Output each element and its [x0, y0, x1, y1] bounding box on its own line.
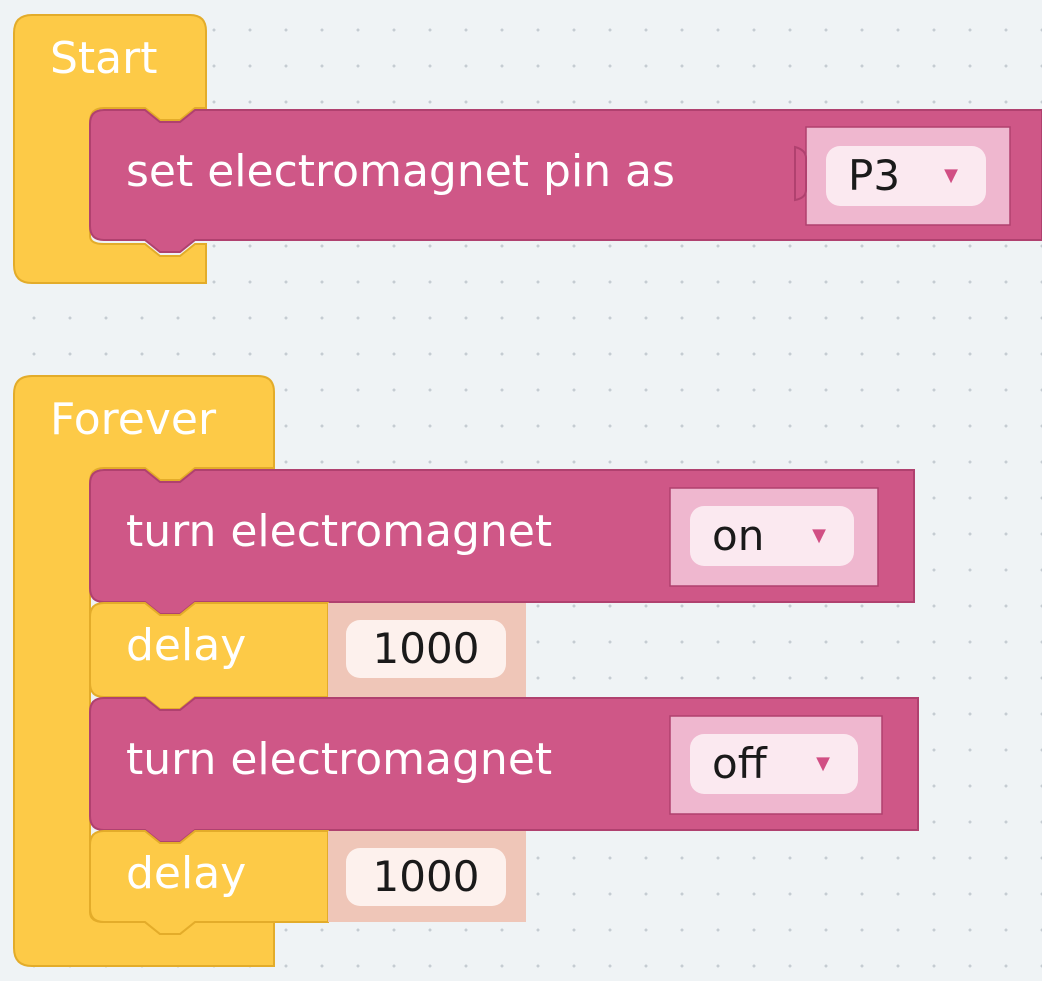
state-value-off: off	[712, 739, 767, 788]
set-pin-label: set electromagnet pin as	[126, 146, 675, 197]
state-dropdown-arrow-icon: ▼	[816, 753, 830, 774]
delay-input-2[interactable]: 1000	[346, 848, 506, 906]
delay-label-1: delay	[126, 620, 247, 671]
state-dropdown-on[interactable]: on ▼	[690, 506, 854, 566]
start-label: Start	[50, 33, 158, 84]
state-value-on: on	[712, 511, 765, 560]
pin-dropdown[interactable]: P3 ▼	[826, 146, 986, 206]
forever-label: Forever	[50, 394, 217, 445]
state-dropdown-off[interactable]: off ▼	[690, 734, 858, 794]
pin-dropdown-arrow-icon: ▼	[944, 165, 958, 186]
delay-value-1: 1000	[372, 624, 480, 673]
delay-label-2: delay	[126, 848, 247, 899]
turn-off-label: turn electromagnet	[126, 734, 553, 785]
delay-input-1[interactable]: 1000	[346, 620, 506, 678]
pin-value: P3	[848, 151, 901, 200]
delay-value-2: 1000	[372, 852, 480, 901]
state-dropdown-arrow-icon: ▼	[812, 525, 826, 546]
turn-on-label: turn electromagnet	[126, 506, 553, 557]
blocks-workspace[interactable]: Start set electromagnet pin as P3 ▼ Fore…	[0, 0, 1042, 981]
